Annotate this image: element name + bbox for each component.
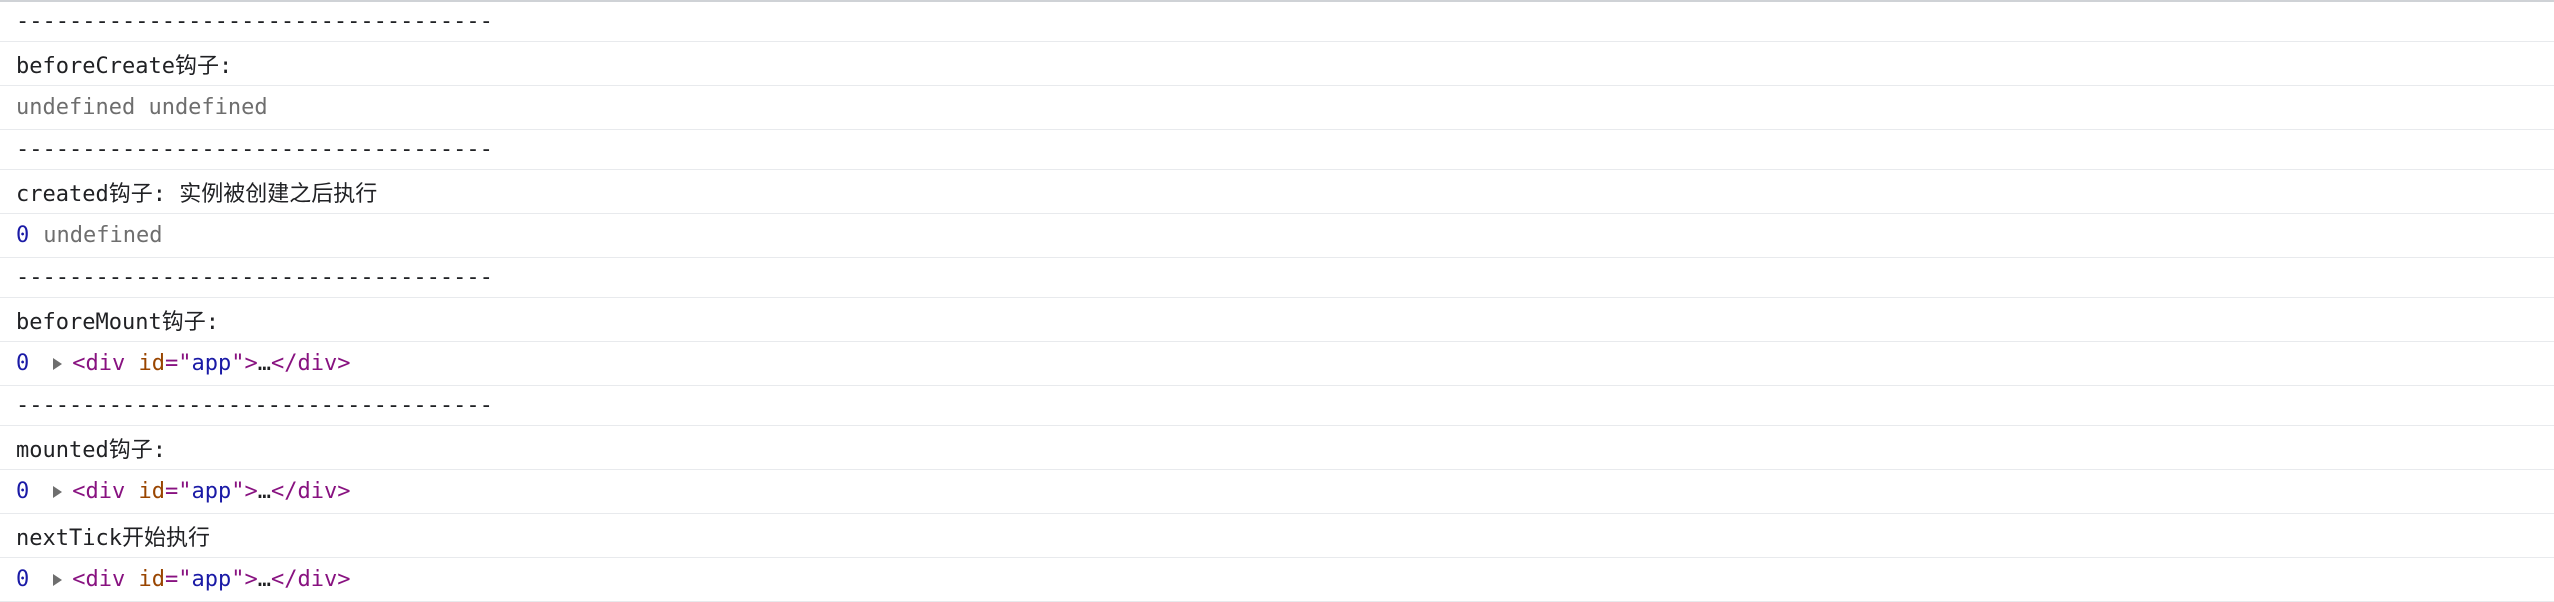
log-text: beforeCreate钩子: xyxy=(16,53,233,79)
console-log-message: nextTick开始执行 xyxy=(0,514,2554,558)
console-separator: ------------------------------------ xyxy=(0,2,2554,42)
console-log-message: mounted钩子: xyxy=(0,426,2554,470)
log-text: nextTick开始执行 xyxy=(16,525,210,551)
log-number: 0 xyxy=(16,567,30,592)
log-text: mounted钩子: xyxy=(16,437,166,463)
log-values-text: undefined undefined xyxy=(16,95,268,120)
expand-triangle-icon[interactable] xyxy=(53,357,63,370)
console-log-message: beforeMount钩子: xyxy=(0,298,2554,342)
console-log-message: beforeCreate钩子: xyxy=(0,42,2554,86)
log-undefined: undefined xyxy=(43,223,163,248)
log-text: beforeMount钩子: xyxy=(16,309,219,335)
console-log-values: undefined undefined xyxy=(0,86,2554,130)
console-separator: ------------------------------------ xyxy=(0,386,2554,426)
log-number: 0 xyxy=(16,351,30,376)
separator-text: ------------------------------------ xyxy=(16,9,493,34)
console-log-element: 0 <div id="app">…</div> xyxy=(0,558,2554,602)
console-output: ------------------------------------ bef… xyxy=(0,0,2554,602)
console-separator: ------------------------------------ xyxy=(0,130,2554,170)
separator-text: ------------------------------------ xyxy=(16,137,493,162)
expand-triangle-icon[interactable] xyxy=(53,573,63,586)
console-separator: ------------------------------------ xyxy=(0,258,2554,298)
log-text: created钩子: 实例被创建之后执行 xyxy=(16,181,378,207)
expand-triangle-icon[interactable] xyxy=(53,485,63,498)
dom-element-preview[interactable]: <div id="app">…</div> xyxy=(72,351,350,376)
console-log-element: 0 <div id="app">…</div> xyxy=(0,342,2554,386)
separator-text: ------------------------------------ xyxy=(16,393,493,418)
console-log-message: created钩子: 实例被创建之后执行 xyxy=(0,170,2554,214)
dom-element-preview[interactable]: <div id="app">…</div> xyxy=(72,567,350,592)
log-number: 0 xyxy=(16,223,30,248)
console-log-values: 0 undefined xyxy=(0,214,2554,258)
console-log-element: 0 <div id="app">…</div> xyxy=(0,470,2554,514)
log-number: 0 xyxy=(16,479,30,504)
dom-element-preview[interactable]: <div id="app">…</div> xyxy=(72,479,350,504)
separator-text: ------------------------------------ xyxy=(16,265,493,290)
